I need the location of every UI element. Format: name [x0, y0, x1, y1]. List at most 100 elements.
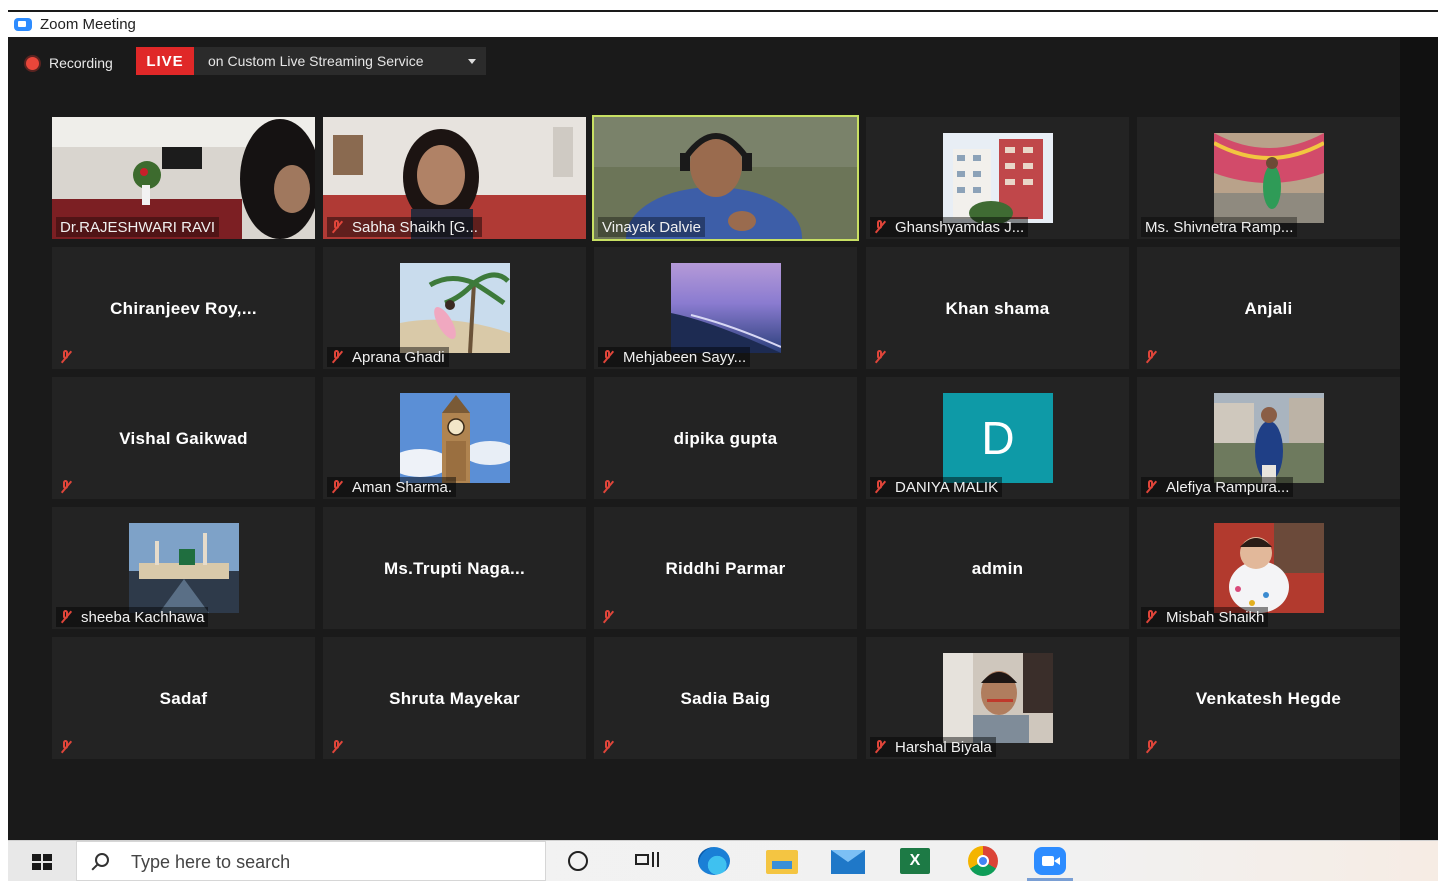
participant-name: Ghanshyamdas J... [895, 218, 1025, 236]
participant-photo [400, 263, 510, 353]
participant-tile[interactable]: Dr.RAJESHWARI RAVI [52, 117, 315, 239]
participant-tile[interactable]: Aman Sharma. [323, 377, 586, 499]
participant-tile[interactable]: Aprana Ghadi [323, 247, 586, 369]
participant-tile[interactable]: Sadia Baig [594, 637, 857, 759]
muted-mic-icon [872, 739, 888, 755]
participant-tile[interactable]: Ms. Shivnetra Ramp... [1137, 117, 1400, 239]
participant-tile[interactable]: Khan shama [866, 247, 1129, 369]
participant-photo [943, 653, 1053, 743]
participant-tile[interactable]: Riddhi Parmar [594, 507, 857, 629]
participant-tile[interactable]: Misbah Shaikh [1137, 507, 1400, 629]
muted-mic-icon [600, 479, 616, 495]
zoom-app-icon[interactable] [1034, 847, 1066, 875]
zoom-logo-icon [14, 18, 32, 31]
task-view-icon[interactable] [633, 849, 661, 873]
participant-photo [1214, 133, 1324, 223]
muted-mic-icon [58, 349, 74, 365]
stream-label: on Custom Live Streaming Service [208, 53, 424, 69]
participant-name: Aprana Ghadi [352, 348, 445, 366]
participant-tile[interactable]: admin [866, 507, 1129, 629]
participant-name-label: Mehjabeen Sayy... [598, 347, 751, 367]
muted-mic-icon [1143, 739, 1159, 755]
participant-name: Vinayak Dalvie [602, 218, 701, 236]
participant-name-label: Dr.RAJESHWARI RAVI [56, 217, 220, 237]
muted-mic-icon [329, 739, 345, 755]
muted-mic-icon [1143, 349, 1159, 365]
participant-name: Venkatesh Hegde [1195, 689, 1342, 708]
search-placeholder: Type here to search [131, 852, 291, 872]
participant-name: Misbah Shaikh [1166, 608, 1265, 626]
participant-name-label: Ms. Shivnetra Ramp... [1141, 217, 1298, 237]
recording-indicator[interactable]: Recording [26, 52, 113, 74]
participant-tile[interactable]: Sadaf [52, 637, 315, 759]
side-strip [1400, 37, 1438, 840]
recording-dot-icon [26, 56, 39, 70]
muted-mic-icon [600, 609, 616, 625]
participant-name: sheeba Kachhawa [81, 608, 205, 626]
window-title-bar[interactable]: Zoom Meeting [8, 10, 1438, 37]
participant-tile[interactable]: Venkatesh Hegde [1137, 637, 1400, 759]
cortana-icon[interactable] [568, 851, 588, 871]
participant-tile[interactable]: dipika gupta [594, 377, 857, 499]
muted-mic-icon [1143, 609, 1159, 625]
meeting-view: Recording LIVE on Custom Live Streaming … [8, 37, 1438, 840]
participant-tile-active-speaker[interactable]: Vinayak Dalvie [592, 115, 859, 241]
participant-name-label: Sabha Shaikh [G... [327, 217, 482, 237]
participant-name: Harshal Biyala [895, 738, 992, 756]
chrome-icon[interactable] [968, 846, 998, 876]
live-stream-dropdown[interactable]: on Custom Live Streaming Service [194, 47, 486, 75]
search-icon [95, 853, 109, 867]
participant-tile[interactable]: Shruta Mayekar [323, 637, 586, 759]
participant-tile[interactable]: Mehjabeen Sayy... [594, 247, 857, 369]
participant-photo [943, 133, 1053, 223]
participant-tile[interactable]: Chiranjeev Roy,... [52, 247, 315, 369]
excel-icon[interactable]: X [900, 848, 930, 874]
participant-name: DANIYA MALIK [895, 478, 999, 496]
participant-name: admin [971, 559, 1024, 578]
participant-name: Aman Sharma. [352, 478, 453, 496]
participant-name-label: DANIYA MALIK [870, 477, 1003, 497]
participant-name: Shruta Mayekar [389, 689, 520, 708]
recording-label: Recording [49, 55, 113, 71]
muted-mic-icon [600, 739, 616, 755]
participant-tile[interactable]: Anjali [1137, 247, 1400, 369]
participant-name: Dr.RAJESHWARI RAVI [60, 218, 216, 236]
muted-mic-icon [1143, 479, 1159, 495]
windows-taskbar: Type here to search X [8, 840, 1438, 881]
participant-photo [129, 523, 239, 613]
participant-tile[interactable]: Ms.Trupti Naga... [323, 507, 586, 629]
muted-mic-icon [329, 479, 345, 495]
participant-name-label: Misbah Shaikh [1141, 607, 1269, 627]
participant-name: Khan shama [945, 299, 1050, 318]
muted-mic-icon [872, 479, 888, 495]
taskbar-search-box[interactable]: Type here to search [76, 841, 546, 881]
start-button[interactable] [8, 841, 76, 881]
muted-mic-icon [872, 219, 888, 235]
participant-tile[interactable]: Harshal Biyala [866, 637, 1129, 759]
live-badge: LIVE [136, 47, 194, 75]
muted-mic-icon [872, 349, 888, 365]
muted-mic-icon [329, 349, 345, 365]
edge-browser-icon[interactable] [698, 847, 730, 875]
file-explorer-icon[interactable] [766, 850, 798, 874]
muted-mic-icon [58, 739, 74, 755]
participant-name: Sadaf [159, 689, 208, 708]
participant-tile[interactable]: D DANIYA MALIK [866, 377, 1129, 499]
participant-tile[interactable]: Sabha Shaikh [G... [323, 117, 586, 239]
participant-photo [671, 263, 781, 353]
participant-name: Alefiya Rampura... [1166, 478, 1290, 496]
participant-name: Sabha Shaikh [G... [352, 218, 478, 236]
mail-icon[interactable] [831, 850, 865, 874]
participant-tile[interactable]: Alefiya Rampura... [1137, 377, 1400, 499]
participant-photo [1214, 523, 1324, 613]
participant-photo [1214, 393, 1324, 483]
participant-name: Anjali [1244, 299, 1293, 318]
participant-name: Ms.Trupti Naga... [383, 559, 526, 578]
participant-tile[interactable]: sheeba Kachhawa [52, 507, 315, 629]
participant-tile[interactable]: Ghanshyamdas J... [866, 117, 1129, 239]
participant-tile[interactable]: Vishal Gaikwad [52, 377, 315, 499]
muted-mic-icon [58, 479, 74, 495]
windows-logo-icon [32, 854, 52, 870]
participant-name-label: Alefiya Rampura... [1141, 477, 1294, 497]
participant-name: Riddhi Parmar [665, 559, 786, 578]
